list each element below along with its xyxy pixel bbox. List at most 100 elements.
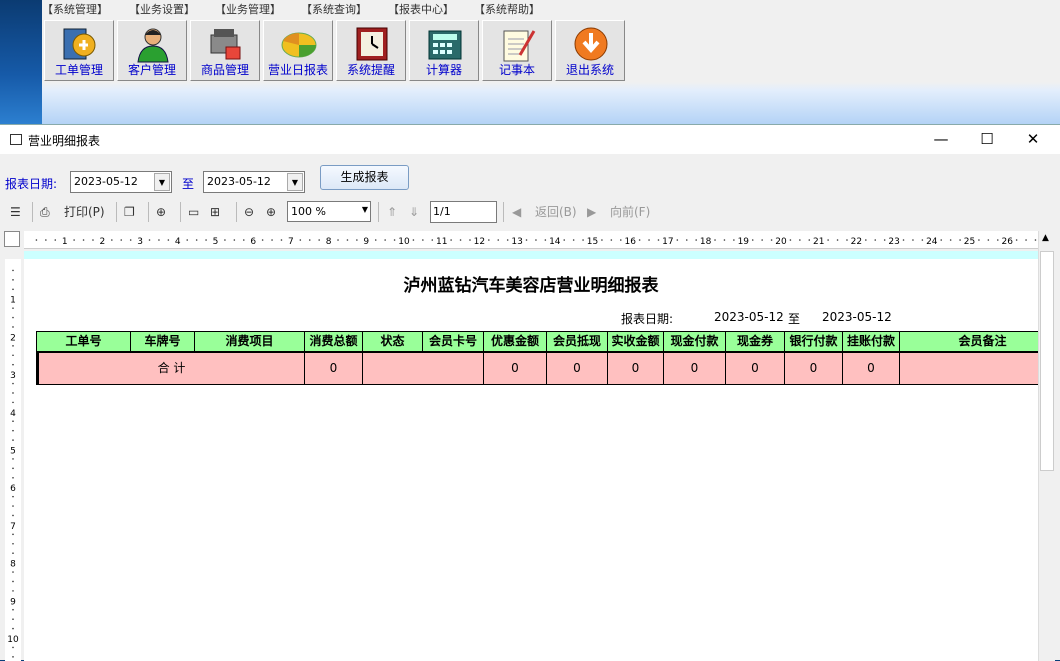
daily-report-button[interactable]: 营业日报表: [263, 20, 333, 81]
notepad-button[interactable]: 记事本: [482, 20, 552, 81]
forward-button[interactable]: 向前(F): [610, 204, 650, 220]
ruler-tick: [940, 239, 943, 241]
vertical-scrollbar[interactable]: ▲: [1038, 231, 1055, 661]
ruler-label: 10: [398, 237, 410, 247]
back-arrow-icon[interactable]: ◀: [512, 204, 521, 220]
ruler-label: 21: [813, 237, 824, 247]
ruler-tick: [987, 239, 990, 241]
zoom-out-icon[interactable]: ⊖: [244, 204, 254, 220]
ruler-label: 2: [100, 237, 106, 247]
ruler-tick: [73, 239, 75, 241]
ruler-tick: [12, 458, 14, 460]
zoom-value: 100 %: [291, 205, 326, 218]
ruler-label: 25: [964, 237, 975, 247]
ruler-tick: [544, 239, 547, 241]
col-member-note: 会员备注: [958, 334, 1007, 348]
ruler-tick: [912, 239, 914, 241]
print-button[interactable]: 打印(P): [64, 204, 105, 220]
separator: [236, 202, 237, 222]
page-header-band: [24, 251, 1038, 259]
scroll-up-icon[interactable]: ▲: [1042, 233, 1049, 243]
next-page-icon[interactable]: ⇓: [409, 204, 419, 220]
reminder-button[interactable]: 系统提醒: [336, 20, 406, 81]
ruler-label: 18: [700, 237, 712, 247]
ruler-tick: [12, 439, 14, 441]
ruler-tick: [921, 239, 924, 241]
printer-icon[interactable]: ⎙: [40, 204, 50, 220]
minimize-button[interactable]: —: [918, 125, 964, 154]
ruler-tick: [12, 476, 14, 479]
date-to-picker[interactable]: 2023-05-12 ▼: [203, 171, 305, 193]
chevron-down-icon[interactable]: ▼: [287, 173, 303, 191]
ruler-label: 5: [213, 237, 219, 247]
zoom-select[interactable]: 100 % ▼: [287, 201, 371, 222]
forward-arrow-icon[interactable]: ▶: [587, 204, 596, 220]
col-status: 状态: [363, 332, 423, 351]
ruler-tick: [1025, 239, 1027, 241]
menu-bar: 【系统管理】 【业务设置】 【业务管理】 【系统查询】 【报表中心】 【系统帮助…: [42, 0, 1060, 16]
ruler-label: 8: [10, 560, 16, 570]
col-voucher: 现金券: [726, 332, 785, 351]
ruler-tick: [450, 239, 452, 241]
exit-label: 退出系统: [565, 63, 614, 77]
menu-report-center[interactable]: 【报表中心】: [388, 1, 454, 17]
multi-page-icon[interactable]: ⊞: [210, 204, 220, 220]
chevron-down-icon[interactable]: ▼: [362, 205, 368, 214]
ruler-tick: [978, 239, 980, 241]
ruler-tick: [12, 354, 14, 357]
window-titlebar: 营业明细报表 — ☐ ✕: [0, 125, 1060, 154]
exit-button[interactable]: 退出系统: [555, 20, 625, 81]
generate-report-button[interactable]: 生成报表: [320, 165, 409, 190]
ruler-label: 3: [137, 237, 143, 247]
ruler-tick: [12, 608, 14, 611]
ruler-tick: [751, 239, 754, 241]
maximize-button[interactable]: ☐: [964, 125, 1010, 154]
main-toolbar: 工单管理 客户管理 商品管理 营业日报表 系统提醒 计算器 记事本 退出系统: [42, 18, 1060, 82]
ruler-tick: [299, 239, 302, 241]
ruler-tick: [865, 239, 867, 241]
page-number-field[interactable]: 1/1: [430, 201, 497, 223]
ruler-tick: [318, 239, 320, 241]
ruler-tick: [384, 239, 386, 241]
back-button[interactable]: 返回(B): [535, 204, 577, 220]
menu-system-management[interactable]: 【系统管理】: [42, 1, 108, 17]
ruler-tick: [996, 239, 999, 241]
menu-business-management[interactable]: 【业务管理】: [215, 1, 281, 17]
ruler-tick: [799, 239, 801, 241]
separator: [116, 202, 117, 222]
single-page-icon[interactable]: ▭: [188, 204, 199, 220]
report-title: 泸州蓝钻汽车美容店营业明细报表: [403, 276, 659, 296]
vertical-ruler: 1 2 3 4 5 6 7 8 9 10: [5, 259, 21, 661]
ruler-tick: [12, 382, 14, 385]
binoculars-find-icon[interactable]: ⊕: [156, 204, 166, 220]
close-button[interactable]: ✕: [1010, 125, 1056, 154]
customer-button[interactable]: 客户管理: [117, 20, 187, 81]
document-map-icon[interactable]: ☰: [10, 204, 21, 220]
ruler-tick: [337, 239, 339, 241]
product-button[interactable]: 商品管理: [190, 20, 260, 81]
date-from-picker[interactable]: 2023-05-12 ▼: [70, 171, 172, 193]
ruler-tick: [261, 239, 264, 241]
ruler-tick: [12, 279, 14, 281]
scrollbar-thumb[interactable]: [1040, 251, 1054, 471]
separator: [148, 202, 149, 222]
report-date-from: 2023-05-12: [714, 310, 784, 324]
col-charge: 挂账付款: [843, 332, 900, 351]
ruler-tick: [308, 239, 311, 241]
menu-system-help[interactable]: 【系统帮助】: [474, 1, 540, 17]
table-header: 工单号 车牌号 消费项目 消费总额 状态 会员卡号 优惠金额 会员抵现 实收金额…: [36, 331, 1038, 352]
menu-system-query[interactable]: 【系统查询】: [301, 1, 367, 17]
ruler-tick: [488, 239, 490, 241]
ruler-tick: [280, 239, 283, 241]
ruler-tick: [874, 239, 877, 241]
calculator-button[interactable]: 计算器: [409, 20, 479, 81]
zoom-in-icon[interactable]: ⊕: [266, 204, 276, 220]
work-order-button[interactable]: 工单管理: [44, 20, 114, 81]
copy-icon[interactable]: ❐: [124, 204, 135, 220]
first-page-icon[interactable]: ⇑: [387, 204, 397, 220]
ruler-tick: [469, 239, 471, 241]
ruler-tick: [12, 288, 14, 291]
menu-business-settings[interactable]: 【业务设置】: [129, 1, 195, 17]
ruler-label: 3: [10, 371, 16, 381]
chevron-down-icon[interactable]: ▼: [154, 173, 170, 191]
